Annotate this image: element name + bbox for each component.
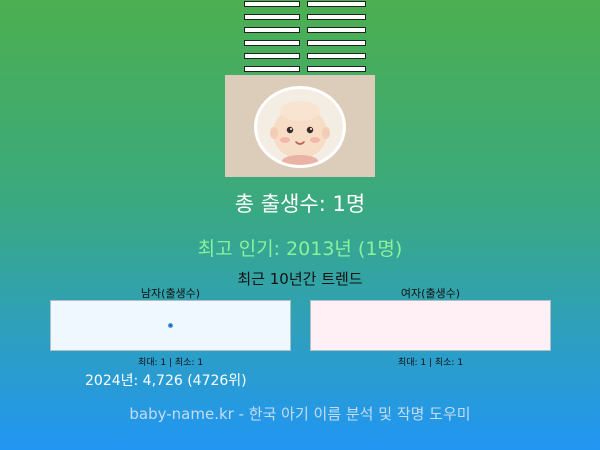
male-trend-point bbox=[168, 323, 173, 328]
baby-face-icon bbox=[254, 86, 346, 168]
total-births-text: 총 출생수: 1명 bbox=[234, 192, 366, 216]
male-trend-chart bbox=[50, 300, 291, 351]
female-trend-label: 여자(출생수) bbox=[400, 287, 461, 300]
avatar bbox=[225, 75, 375, 177]
hexagram-icon bbox=[244, 0, 366, 74]
female-trend-stats: 최대: 1 | 최소: 1 bbox=[397, 358, 464, 368]
peak-popularity-text: 최고 인기: 2013년 (1명) bbox=[197, 238, 403, 260]
female-trend-chart bbox=[310, 300, 551, 351]
year-stat-text: 2024년: 4,726 (4726위) bbox=[85, 373, 247, 389]
footer-text: baby-name.kr - 한국 아기 이름 분석 및 작명 도우미 bbox=[129, 405, 471, 423]
male-trend-label: 남자(출생수) bbox=[140, 287, 201, 300]
male-trend-stats: 최대: 1 | 최소: 1 bbox=[137, 358, 204, 368]
